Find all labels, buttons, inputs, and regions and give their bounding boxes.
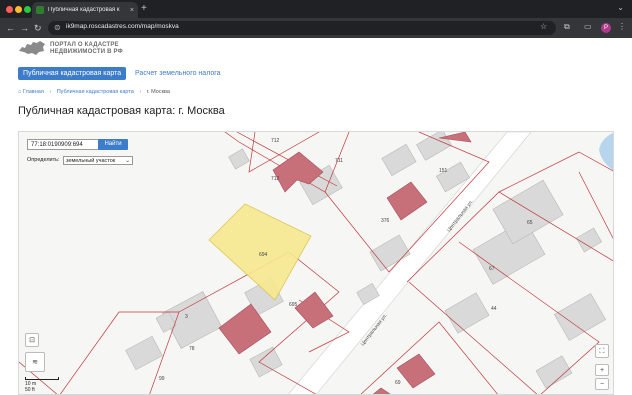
cadastral-search-input[interactable]: 77:18:0190909:694 — [27, 139, 102, 150]
building — [125, 335, 163, 371]
site-favicon-icon — [36, 6, 44, 14]
browser-tab-bar: Публичная кадастровая к × + ⌄ — [0, 0, 632, 18]
tab-land-tax[interactable]: Расчет земельного налога — [130, 67, 226, 80]
parcel-boundary — [578, 171, 613, 239]
building — [535, 355, 573, 389]
cadastral-map[interactable]: 712 711 712 151 376 694 695 65 67 44 78 … — [18, 131, 614, 395]
parcel-label: 99 — [159, 376, 165, 382]
breadcrumb-current: г. Москва — [146, 89, 170, 95]
parcel-boundary — [498, 151, 613, 193]
breadcrumb-map[interactable]: Публичная кадастровая карта — [57, 89, 134, 95]
reload-icon[interactable]: ↻ — [34, 22, 42, 34]
russia-map-logo-icon[interactable] — [18, 40, 46, 56]
expand-icon[interactable]: ⛶ — [595, 344, 609, 358]
window-close-button[interactable] — [6, 6, 13, 13]
buildings-layer — [125, 132, 607, 389]
parcel-label: 695 — [289, 302, 298, 308]
browser-tab[interactable]: Публичная кадастровая к × — [32, 2, 138, 18]
tab-cadastral-map[interactable]: Публичная кадастровая карта — [18, 67, 127, 80]
address-url: ik9map.roscadastres.com/map/moskva — [66, 23, 179, 30]
browser-menu-icon[interactable]: ⋮ — [618, 22, 626, 31]
tab-search-icon[interactable]: ⌄ — [617, 3, 624, 12]
building — [228, 148, 250, 170]
parcel-label: 712 — [271, 138, 280, 144]
layers-icon[interactable]: ≋ — [25, 352, 45, 372]
define-label: Определить: — [27, 157, 60, 163]
define-type-value: земельный участок — [66, 158, 116, 164]
logo-line-2: НЕДВИЖИМОСТИ В РФ — [50, 49, 123, 55]
tab-close-icon[interactable]: × — [130, 7, 134, 14]
map-canvas[interactable]: 712 711 712 151 376 694 695 65 67 44 78 … — [19, 132, 614, 395]
bookmark-star-icon[interactable]: ☆ — [540, 22, 547, 31]
chevron-down-icon: ⌄ — [125, 158, 130, 164]
parcel-label: 65 — [527, 220, 533, 226]
parcel-label: 712 — [271, 176, 280, 182]
search-button[interactable]: Найти — [98, 139, 128, 150]
parcel-label: 711 — [335, 158, 343, 164]
parcel-label: 151 — [439, 168, 448, 174]
parcel-boundary — [360, 321, 498, 394]
registered-building[interactable] — [386, 181, 428, 221]
window-maximize-button[interactable] — [24, 6, 31, 13]
building — [381, 143, 417, 177]
breadcrumb-home[interactable]: Главная — [23, 89, 44, 95]
building — [444, 292, 490, 334]
water-body — [599, 132, 613, 171]
forward-icon[interactable]: → — [20, 22, 29, 34]
fullscreen-toggle-icon[interactable]: ⊡ — [25, 333, 39, 347]
parcel-label: 78 — [189, 346, 195, 352]
parcel-label: 376 — [381, 218, 390, 224]
zoom-out-icon[interactable]: − — [595, 378, 609, 390]
page-title: Публичная кадастровая карта: г. Москва — [18, 105, 225, 117]
building — [575, 227, 603, 253]
logo-line-1: ПОРТАЛ О КАДАСТРЕ — [50, 42, 119, 48]
extensions-icon[interactable]: ⧉ — [564, 22, 570, 32]
breadcrumb-separator: › — [49, 89, 52, 95]
parcel-label: 3 — [185, 314, 188, 320]
new-tab-button[interactable]: + — [141, 3, 147, 15]
breadcrumb: ⌂ Главная › Публичная кадастровая карта … — [18, 89, 170, 95]
parcel-label: 67 — [489, 266, 495, 272]
parcel-label: 69 — [395, 380, 401, 386]
define-type-select[interactable]: земельный участок ⌄ — [63, 156, 133, 165]
tab-title: Публичная кадастровая к — [48, 7, 120, 13]
scale-bar — [25, 377, 59, 380]
registered-building[interactable] — [294, 291, 334, 329]
window-minimize-button[interactable] — [15, 6, 22, 13]
address-bar[interactable]: ⊜ ik9map.roscadastres.com/map/moskva — [48, 21, 556, 35]
browser-toolbar: ← → ↻ ⊜ ik9map.roscadastres.com/map/mosk… — [0, 18, 632, 38]
breadcrumb-separator: › — [139, 89, 142, 95]
site-info-icon[interactable]: ⊜ — [54, 23, 61, 32]
parcel-label: 44 — [491, 306, 497, 312]
parcel-label: 694 — [259, 252, 268, 258]
zoom-in-icon[interactable]: + — [595, 364, 609, 376]
registered-building[interactable] — [371, 387, 393, 395]
back-icon[interactable]: ← — [6, 22, 15, 34]
registered-building[interactable] — [396, 353, 436, 389]
map-scale: 10 m 50 ft — [25, 377, 59, 393]
site-logo-text[interactable]: ПОРТАЛ О КАДАСТРЕ НЕДВИЖИМОСТИ В РФ — [50, 42, 123, 56]
building — [553, 293, 607, 341]
profile-avatar[interactable]: P — [601, 23, 611, 33]
scale-feet: 50 ft — [25, 387, 35, 393]
sidebar-icon[interactable]: ▭ — [584, 22, 592, 31]
